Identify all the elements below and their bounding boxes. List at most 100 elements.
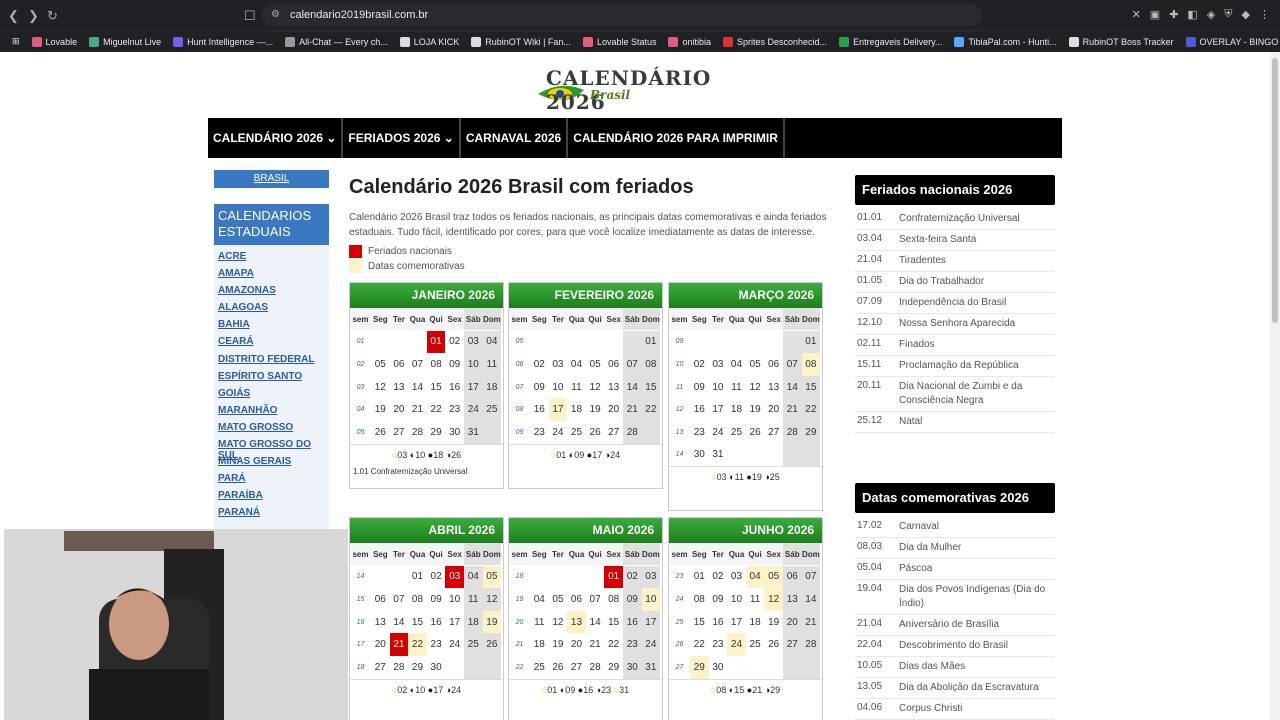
day-cell[interactable]: 02 [690,353,709,376]
bookmark-item[interactable]: onitibia [662,36,717,47]
day-cell[interactable]: 06 [567,588,586,611]
day-cell[interactable]: 03 [549,353,568,376]
day-cell[interactable]: 14 [586,611,605,634]
day-cell[interactable]: 05 [371,353,390,376]
day-cell[interactable]: 06 [371,588,390,611]
day-cell[interactable]: 05 [746,353,765,376]
day-cell[interactable]: 02 [622,565,642,589]
state-link[interactable]: MINAS GERAIS [218,456,329,473]
day-cell[interactable]: 22 [604,633,623,656]
day-cell[interactable]: 13 [371,611,390,634]
day-cell[interactable]: 20 [390,398,409,421]
day-cell[interactable]: 05 [764,565,783,589]
day-cell[interactable]: 17 [727,611,746,634]
day-cell[interactable]: 11 [530,611,549,634]
day-cell[interactable]: 24 [727,633,746,656]
day-cell[interactable]: 23 [530,421,549,444]
day-cell[interactable]: 13 [567,610,586,634]
day-cell[interactable]: 15 [604,611,623,634]
day-cell[interactable]: 12 [371,376,390,399]
nav-carnaval[interactable]: CARNAVAL 2026 [461,118,569,158]
day-cell[interactable]: 04 [745,565,765,589]
day-cell[interactable]: 28 [586,656,605,679]
day-cell[interactable]: 12 [549,611,568,634]
day-cell[interactable]: 28 [801,633,821,656]
day-cell[interactable]: 25 [746,633,765,656]
day-cell[interactable]: 12 [764,588,783,611]
day-cell[interactable]: 20 [371,633,390,656]
state-link[interactable]: PARANÁ [218,507,329,524]
day-cell[interactable]: 12 [482,588,502,611]
day-cell[interactable]: 13 [764,376,783,399]
state-link[interactable]: GOIÁS [218,388,329,405]
bookmark-item[interactable]: Lovable Status [577,36,663,47]
day-cell[interactable]: 30 [427,656,446,679]
nav-imprimir[interactable]: CALENDÁRIO 2026 PARA IMPRIMIR [568,118,785,158]
state-link[interactable]: AMAPA [218,268,329,285]
bookmark-item[interactable]: Hunt Intelligence —... [167,36,279,47]
back-icon[interactable]: ❮ [8,8,19,24]
reload-icon[interactable]: ↻ [47,8,58,24]
day-cell[interactable]: 09 [622,588,642,611]
day-cell[interactable]: 25 [482,398,502,421]
day-cell[interactable]: 09 [690,376,709,399]
page-scrollbar[interactable] [1270,52,1280,720]
day-cell[interactable]: 31 [463,420,483,444]
day-cell[interactable]: 16 [445,376,464,399]
day-cell[interactable]: 18 [746,611,765,634]
day-cell[interactable]: 06 [604,353,623,376]
puzzle-icon[interactable]: ✚ [1169,8,1178,21]
day-cell[interactable]: 17 [463,375,483,399]
day-cell[interactable]: 10 [641,588,661,611]
day-cell[interactable]: 20 [604,398,623,421]
day-cell[interactable]: 23 [445,398,464,421]
day-cell[interactable]: 04 [463,565,483,589]
day-cell[interactable]: 03 [641,565,661,589]
sidepanel-icon[interactable]: ◧ [1187,8,1197,21]
day-cell[interactable]: 04 [482,330,502,354]
day-cell[interactable]: 18 [727,398,746,421]
day-cell[interactable]: 26 [586,421,605,444]
extension-icon[interactable]: ◆ [1242,8,1250,21]
day-cell[interactable]: 21 [389,633,409,656]
day-cell[interactable]: 05 [586,353,605,376]
day-cell[interactable]: 22 [427,398,446,421]
day-cell[interactable]: 18 [482,375,502,399]
forward-icon[interactable]: ❯ [28,8,39,24]
day-cell[interactable]: 16 [530,398,549,421]
scrollbar-thumb[interactable] [1272,58,1278,323]
bookmark-item[interactable]: RubinOT Boss Tracker [1063,36,1180,47]
day-cell[interactable]: 09 [709,588,728,611]
day-cell[interactable]: 08 [801,353,821,376]
day-cell[interactable]: 23 [622,633,642,656]
day-cell[interactable]: 18 [530,633,549,656]
bookmark-item[interactable]: TibiaPal.com - Hunti... [948,36,1062,47]
day-cell[interactable]: 07 [390,588,409,611]
nav-calendario[interactable]: CALENDÁRIO 2026 ⌄ [208,118,344,158]
extension-icon[interactable]: ▣ [1150,8,1160,21]
day-cell[interactable]: 03 [709,353,728,376]
day-cell[interactable]: 19 [746,398,765,421]
day-cell[interactable]: 01 [690,566,709,589]
day-cell[interactable]: 23 [709,633,728,656]
day-cell[interactable]: 28 [622,420,642,444]
day-cell[interactable]: 05 [482,565,502,589]
bookmark-item[interactable]: Lovable [26,36,84,47]
day-cell[interactable]: 10 [709,376,728,399]
state-link[interactable]: ALAGOAS [218,302,329,319]
day-cell[interactable]: 08 [604,588,623,611]
day-cell[interactable]: 27 [782,633,802,656]
day-cell[interactable]: 20 [764,398,783,421]
day-cell[interactable]: 17 [445,611,464,634]
state-link[interactable]: PARAÍBA [218,490,329,507]
day-cell[interactable]: 30 [445,421,464,444]
day-cell[interactable]: 25 [727,421,746,444]
state-link[interactable]: ESPÍRITO SANTO [218,371,329,388]
day-cell[interactable]: 18 [463,610,483,634]
day-cell[interactable]: 22 [801,398,821,421]
day-cell[interactable]: 28 [408,421,427,444]
day-cell[interactable]: 19 [764,611,783,634]
day-cell[interactable]: 15 [408,611,427,634]
day-cell[interactable]: 26 [549,656,568,679]
state-link[interactable]: PARÁ [218,473,329,490]
